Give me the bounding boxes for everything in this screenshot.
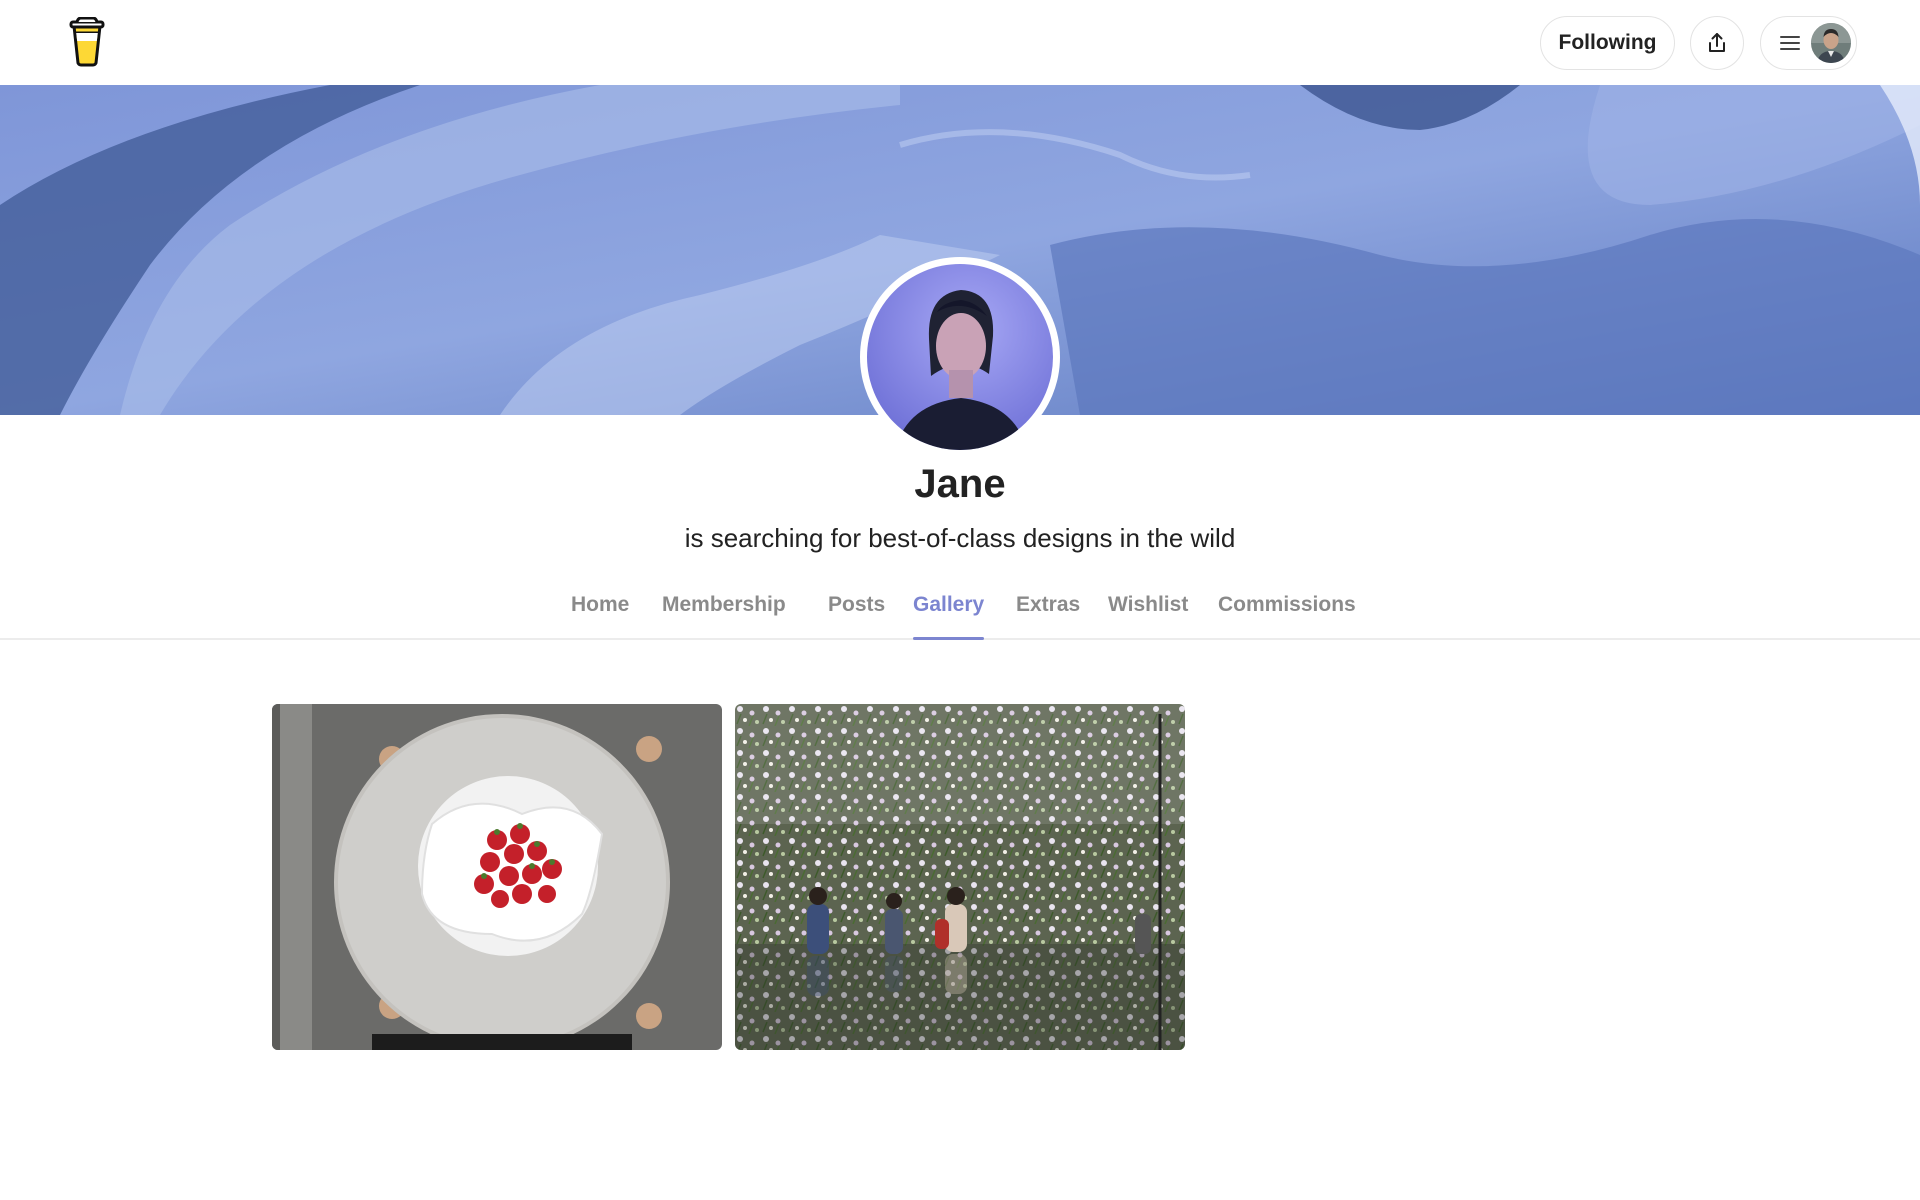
share-button[interactable] (1690, 16, 1744, 70)
profile-avatar (860, 257, 1060, 457)
tab-extras[interactable]: Extras (1016, 593, 1080, 638)
top-header: Following (0, 0, 1920, 85)
hamburger-menu-icon (1780, 36, 1800, 50)
gallery-item-strawberries[interactable] (272, 704, 722, 1050)
tab-gallery[interactable]: Gallery (913, 593, 985, 640)
strawberries-photo (272, 704, 722, 1050)
tab-membership[interactable]: Membership (662, 593, 786, 638)
profile-name: Jane (914, 462, 1006, 506)
profile-tagline: is searching for best-of-class designs i… (684, 523, 1236, 553)
profile-tabs: Home Membership Posts Gallery Extras Wis… (0, 575, 1920, 640)
tab-home[interactable]: Home (571, 593, 629, 638)
following-button[interactable]: Following (1540, 16, 1675, 70)
flower-garden-photo (735, 704, 1185, 1050)
user-avatar (1811, 23, 1851, 63)
tab-commissions[interactable]: Commissions (1218, 593, 1356, 638)
tab-posts[interactable]: Posts (828, 593, 885, 638)
account-menu-button[interactable] (1760, 16, 1857, 70)
share-icon (1709, 33, 1725, 52)
coffee-cup-logo-icon[interactable] (68, 17, 106, 67)
tab-wishlist[interactable]: Wishlist (1108, 593, 1188, 638)
gallery-item-flower-garden[interactable] (735, 704, 1185, 1050)
